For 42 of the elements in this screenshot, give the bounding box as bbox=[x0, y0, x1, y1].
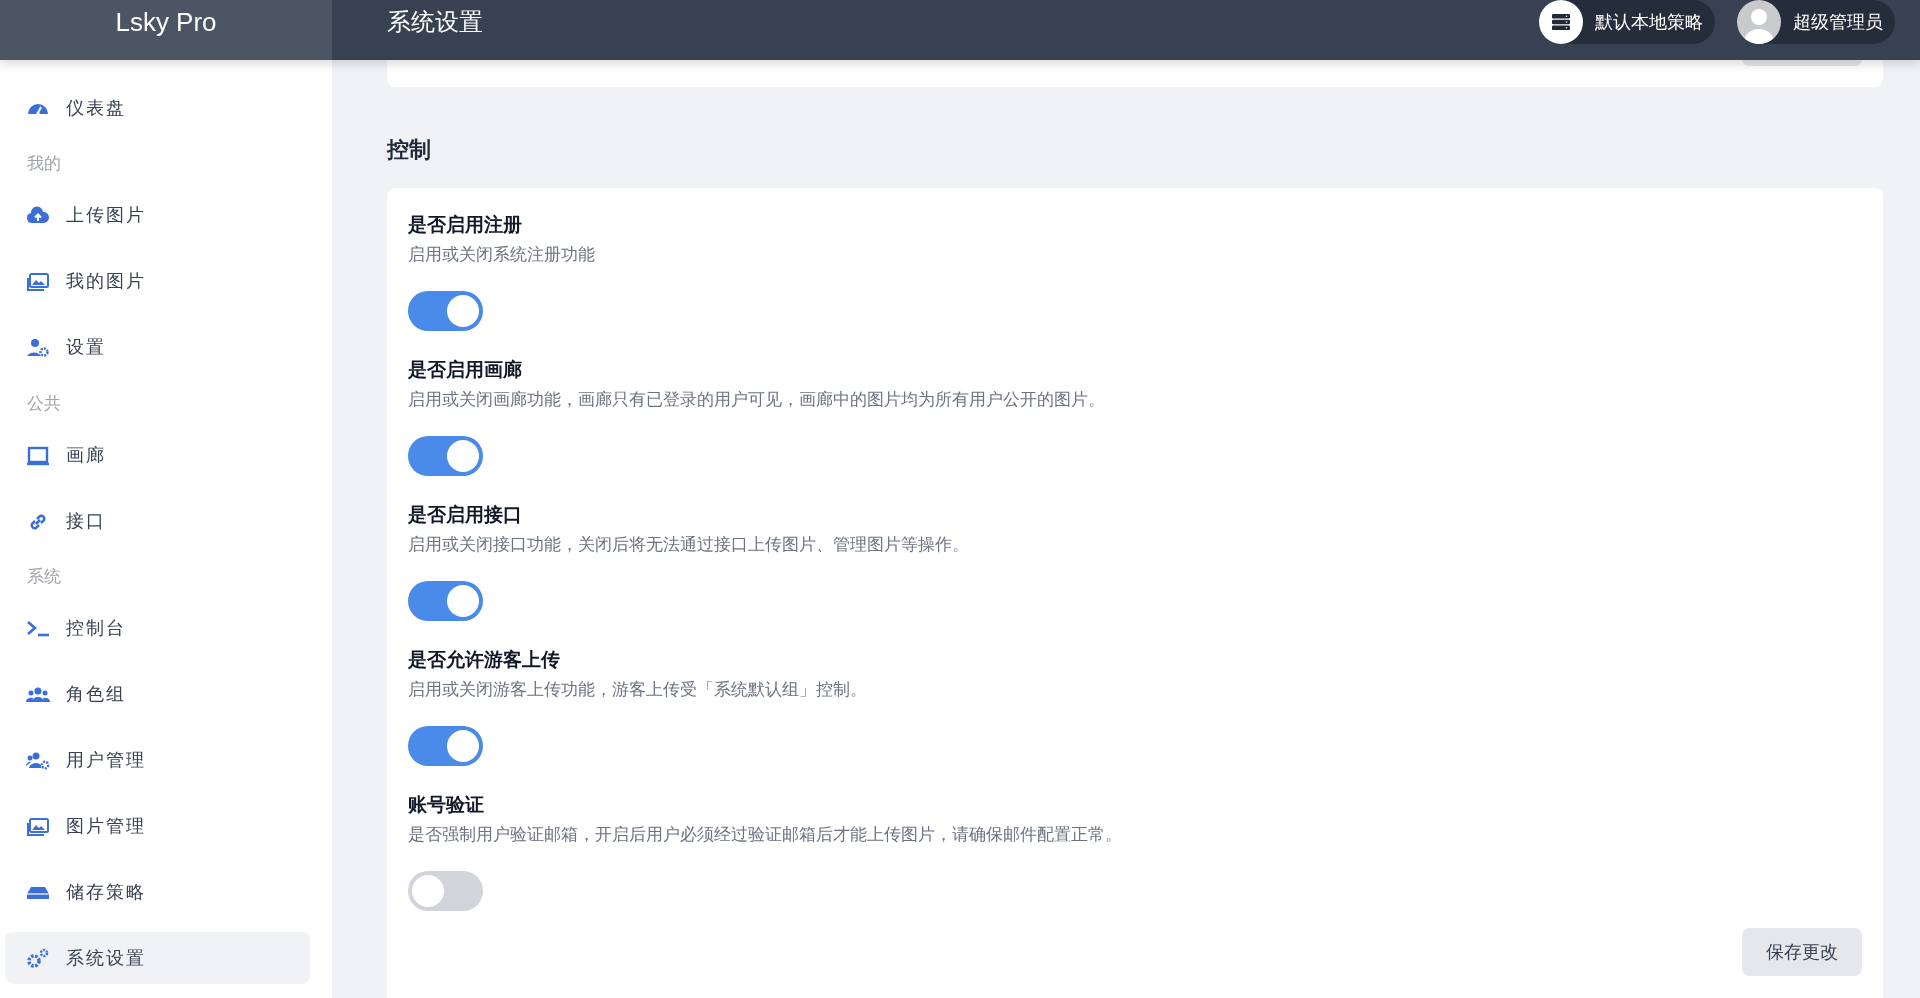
sidebar-heading: 我的 bbox=[26, 152, 62, 176]
gears-icon bbox=[26, 947, 50, 969]
setting-title: 是否启用注册 bbox=[408, 212, 522, 237]
avatar-icon bbox=[1737, 0, 1781, 44]
user-gear-icon bbox=[26, 336, 50, 359]
toggle-switch[interactable] bbox=[408, 436, 483, 476]
app-logo: Lsky Pro bbox=[0, 0, 332, 60]
sidebar-item[interactable]: 仪表盘 bbox=[5, 82, 310, 134]
save-button[interactable]: 保存更改 bbox=[1742, 928, 1862, 976]
setting-description: 启用或关闭画廊功能，画廊只有已登录的用户可见，画廊中的图片均为所有用户公开的图片。 bbox=[408, 389, 1105, 411]
sidebar-item[interactable]: 上传图片 bbox=[5, 189, 310, 242]
sidebar-item[interactable]: 系统设置 bbox=[5, 932, 310, 984]
setting-title: 是否启用接口 bbox=[408, 502, 522, 527]
page-title: 系统设置 bbox=[387, 7, 484, 38]
toggle-switch[interactable] bbox=[408, 726, 483, 766]
toggle-switch[interactable] bbox=[408, 581, 483, 621]
sidebar-item[interactable]: 控制台 bbox=[5, 602, 310, 654]
sidebar-heading: 公共 bbox=[26, 391, 62, 415]
setting-title: 账号验证 bbox=[408, 792, 484, 817]
images-icon bbox=[26, 270, 50, 293]
setting-description: 启用或关闭接口功能，关闭后将无法通过接口上传图片、管理图片等操作。 bbox=[408, 534, 969, 556]
user-menu-button[interactable]: 超级管理员 bbox=[1737, 0, 1895, 44]
sidebar-item[interactable]: 图片管理 bbox=[5, 800, 310, 852]
sidebar-heading: 系统 bbox=[26, 565, 62, 588]
setting-description: 启用或关闭系统注册功能 bbox=[408, 244, 595, 266]
setting-title: 是否允许游客上传 bbox=[408, 647, 560, 672]
setting-description: 是否强制用户验证邮箱，开启后用户必须经过验证邮箱后才能上传图片，请确保邮件配置正常。 bbox=[408, 824, 1122, 846]
storage-policy-button[interactable]: 默认本地策略 bbox=[1539, 0, 1715, 44]
sidebar-item[interactable]: 角色组 bbox=[5, 668, 310, 720]
toggle-switch[interactable] bbox=[408, 871, 483, 911]
sidebar-item[interactable]: 设置 bbox=[5, 321, 310, 374]
sidebar-item[interactable]: 我的图片 bbox=[5, 255, 310, 308]
sidebar-item[interactable]: 用户管理 bbox=[5, 734, 310, 786]
setting-title: 是否启用画廊 bbox=[408, 357, 522, 382]
sidebar-item[interactable]: 储存策略 bbox=[5, 866, 310, 918]
section-title: 控制 bbox=[387, 136, 432, 164]
server-icon bbox=[1551, 13, 1571, 31]
setting-description: 启用或关闭游客上传功能，游客上传受「系统默认组」控制。 bbox=[408, 679, 867, 701]
sidebar-item[interactable]: 接口 bbox=[5, 494, 310, 547]
sidebar-item[interactable]: 画廊 bbox=[5, 428, 310, 481]
toggle-switch[interactable] bbox=[408, 291, 483, 331]
images-icon bbox=[26, 815, 50, 837]
